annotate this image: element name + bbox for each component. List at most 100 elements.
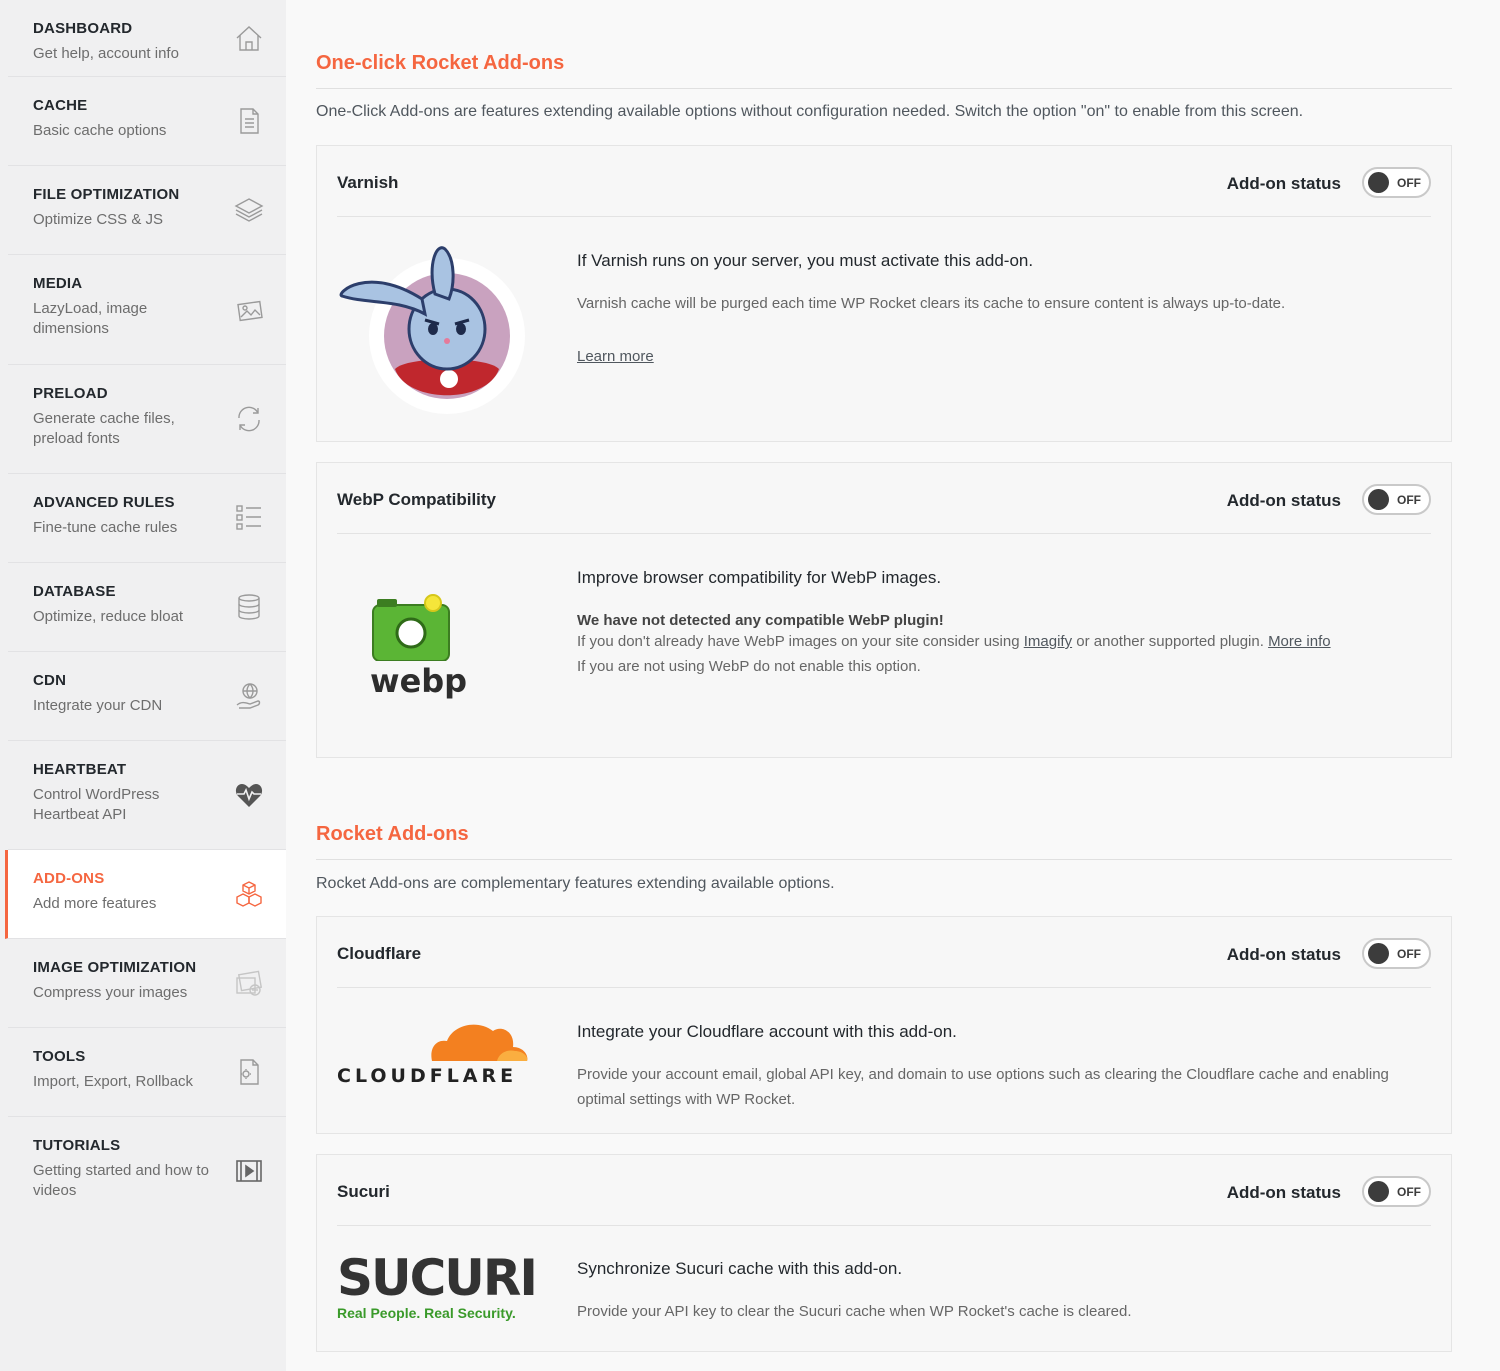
card-body: If Varnish runs on your server, you must… (577, 251, 1437, 369)
sidebar-item-subtitle: Import, Export, Rollback (33, 1073, 194, 1090)
sidebar-item-preload[interactable]: PRELOAD Generate cache files, preload fo… (8, 365, 286, 474)
card-header: Cloudflare Add-on status OFF (337, 917, 1431, 988)
webp-warning: We have not detected any compatible WebP… (577, 612, 944, 629)
tools-icon (234, 1057, 264, 1087)
sidebar-item-image-optimization[interactable]: IMAGE OPTIMIZATION Compress your images (8, 939, 286, 1028)
sidebar-item-dashboard[interactable]: DASHBOARD Get help, account info (8, 0, 286, 77)
sidebar-item-subtitle: Integrate your CDN (33, 697, 163, 714)
sucuri-logo: SUCURI Real People. Real Security. (337, 1249, 538, 1321)
sucuri-toggle[interactable]: OFF (1362, 1176, 1431, 1207)
addon-status-label: Add-on status (1226, 1183, 1341, 1202)
card-heading: Integrate your Cloudflare account with t… (577, 1022, 957, 1041)
text-part: or another supported plugin. (1072, 633, 1269, 650)
card-title: Sucuri (337, 1182, 390, 1201)
webp-logo-text: webp (370, 662, 468, 700)
sidebar-item-cache[interactable]: CACHE Basic cache options (8, 77, 286, 166)
section-description: Rocket Add-ons are complementary feature… (316, 875, 835, 892)
more-info-link[interactable]: More info (1268, 633, 1331, 650)
sidebar-item-tools[interactable]: TOOLS Import, Export, Rollback (8, 1028, 286, 1117)
sidebar-item-subtitle: Optimize CSS & JS (33, 211, 164, 228)
sidebar-item-title: FILE OPTIMIZATION (33, 186, 180, 203)
sidebar-item-title: CDN (33, 672, 67, 689)
card-header: Varnish Add-on status OFF (337, 146, 1431, 217)
sidebar-item-title: TUTORIALS (33, 1137, 121, 1154)
cubes-icon (234, 879, 264, 909)
sidebar-item-subtitle: Basic cache options (33, 122, 167, 139)
card-title: WebP Compatibility (337, 490, 497, 509)
sidebar-item-title: TOOLS (33, 1048, 86, 1065)
list-icon (234, 503, 264, 533)
sidebar-item-title: CACHE (33, 97, 88, 114)
sidebar-item-add-ons[interactable]: ADD-ONS Add more features (5, 850, 286, 939)
addon-card-varnish: Varnish Add-on status OFF If Varnish run… (316, 145, 1452, 442)
toggle-knob (1368, 172, 1389, 193)
text-part: If you don't already have WebP images on… (577, 633, 1024, 650)
card-description: Varnish cache will be purged each time W… (577, 295, 1286, 312)
section-divider (316, 859, 1452, 860)
main-content: One-click Rocket Add-ons One-Click Add-o… (286, 0, 1500, 1371)
section-description: One-Click Add-ons are features extending… (316, 103, 1304, 120)
imagify-icon (234, 968, 264, 998)
sidebar-item-file-optimization[interactable]: FILE OPTIMIZATION Optimize CSS & JS (8, 166, 286, 255)
sidebar-item-title: ADD-ONS (33, 870, 105, 887)
webp-note: If you are not using WebP do not enable … (577, 658, 921, 675)
sidebar-item-subtitle: Fine-tune cache rules (33, 519, 178, 536)
card-heading: Improve browser compatibility for WebP i… (577, 568, 942, 587)
sidebar-item-subtitle: Optimize, reduce bloat (33, 608, 184, 625)
card-body: Synchronize Sucuri cache with this add-o… (577, 1259, 1437, 1324)
toggle-state: OFF (1397, 947, 1421, 961)
sidebar-item-database[interactable]: DATABASE Optimize, reduce bloat (8, 563, 286, 652)
sidebar-item-subtitle: Control WordPress Heartbeat API (33, 786, 160, 823)
toggle-knob (1368, 943, 1389, 964)
toggle-state: OFF (1397, 1185, 1421, 1199)
cloudflare-logo: CLOUDFLARE (337, 1017, 537, 1087)
database-icon (234, 592, 264, 622)
sidebar-item-title: MEDIA (33, 275, 83, 292)
toggle-state: OFF (1397, 176, 1421, 190)
card-body: Integrate your Cloudflare account with t… (577, 1022, 1437, 1112)
sidebar-item-advanced-rules[interactable]: ADVANCED RULES Fine-tune cache rules (8, 474, 286, 563)
card-title: Cloudflare (337, 944, 422, 963)
sidebar-item-tutorials[interactable]: TUTORIALS Getting started and how to vid… (8, 1117, 286, 1227)
sidebar-item-title: ADVANCED RULES (33, 494, 175, 511)
sidebar-item-title: DASHBOARD (33, 20, 133, 37)
webp-toggle[interactable]: OFF (1362, 484, 1431, 515)
varnish-rabbit-logo (337, 244, 537, 419)
webp-suggestion: If you don't already have WebP images on… (577, 629, 1437, 654)
sidebar-item-media[interactable]: MEDIA LazyLoad, image dimensions (8, 255, 286, 365)
sucuri-tagline: Real People. Real Security. (337, 1305, 516, 1321)
learn-more-link[interactable]: Learn more (577, 348, 654, 365)
sidebar-item-subtitle: Compress your images (33, 984, 188, 1001)
sucuri-logo-text: SUCURI (337, 1249, 538, 1307)
addon-card-sucuri: Sucuri Add-on status OFF SUCURI Real Peo… (316, 1154, 1452, 1352)
sidebar-item-title: DATABASE (33, 583, 116, 600)
addon-card-cloudflare: Cloudflare Add-on status OFF CLOUDFLARE … (316, 916, 1452, 1134)
section-title-rocket: Rocket Add-ons (316, 823, 469, 845)
varnish-toggle[interactable]: OFF (1362, 167, 1431, 198)
document-icon (234, 106, 264, 136)
card-title: Varnish (337, 173, 399, 192)
toggle-state: OFF (1397, 493, 1421, 507)
cloudflare-logo-text: CLOUDFLARE (337, 1065, 518, 1087)
cloudflare-toggle[interactable]: OFF (1362, 938, 1431, 969)
card-description: Provide your API key to clear the Sucuri… (577, 1303, 1132, 1320)
imagify-link[interactable]: Imagify (1024, 633, 1072, 650)
sidebar-item-title: PRELOAD (33, 385, 108, 402)
toggle-knob (1368, 1181, 1389, 1202)
card-heading: Synchronize Sucuri cache with this add-o… (577, 1259, 903, 1278)
toggle-knob (1368, 489, 1389, 510)
section-title-one-click: One-click Rocket Add-ons (316, 52, 565, 74)
sidebar-item-cdn[interactable]: CDN Integrate your CDN (8, 652, 286, 741)
addon-status-label: Add-on status (1226, 945, 1341, 964)
layers-icon (234, 195, 264, 225)
card-body: Improve browser compatibility for WebP i… (577, 568, 1437, 679)
image-icon (234, 295, 264, 325)
card-header: Sucuri Add-on status OFF (337, 1155, 1431, 1226)
card-header: WebP Compatibility Add-on status OFF (337, 463, 1431, 534)
addon-card-webp: WebP Compatibility Add-on status OFF web… (316, 462, 1452, 758)
sidebar-item-subtitle: LazyLoad, image dimensions (33, 300, 148, 337)
sidebar-item-heartbeat[interactable]: HEARTBEAT Control WordPress Heartbeat AP… (8, 741, 286, 850)
addon-status-label: Add-on status (1226, 174, 1341, 193)
sidebar: DASHBOARD Get help, account info CACHE B… (0, 0, 286, 1371)
sidebar-item-subtitle: Getting started and how to videos (33, 1162, 209, 1199)
